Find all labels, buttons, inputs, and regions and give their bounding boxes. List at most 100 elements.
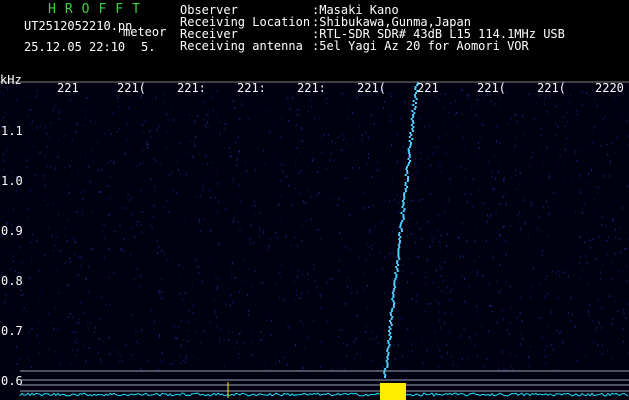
noise-speck: [140, 95, 142, 98]
meteor-trace-segment: [407, 148, 410, 150]
noise-speck: [44, 126, 46, 129]
noise-speck: [85, 360, 87, 363]
noise-speck: [602, 264, 603, 267]
noise-speck: [67, 184, 69, 187]
noise-speck: [625, 247, 627, 250]
noise-speck: [176, 337, 178, 340]
noise-speck: [169, 362, 171, 365]
noise-speck: [356, 353, 358, 355]
noise-speck: [397, 282, 399, 285]
noise-speck: [184, 292, 186, 294]
noise-speck: [82, 260, 84, 263]
noise-speck: [549, 96, 551, 99]
noise-speck: [439, 349, 441, 352]
noise-speck: [547, 354, 549, 357]
noise-speck: [295, 294, 297, 297]
noise-speck: [5, 294, 7, 297]
noise-speck: [80, 302, 82, 305]
noise-speck: [475, 113, 476, 116]
noise-speck: [438, 365, 439, 368]
meteor-trace-segment: [408, 152, 411, 154]
noise-speck: [65, 226, 67, 229]
noise-speck: [297, 275, 299, 278]
noise-speck: [27, 217, 28, 220]
noise-speck: [478, 189, 480, 192]
noise-speck: [307, 290, 308, 293]
noise-speck: [290, 244, 292, 247]
x-tick-label: 221(: [357, 81, 386, 95]
noise-speck: [47, 204, 49, 207]
noise-speck: [602, 215, 603, 218]
noise-speck: [192, 311, 194, 314]
noise-speck: [20, 289, 22, 292]
noise-speck: [12, 255, 14, 258]
meteor-trace-segment: [386, 366, 389, 368]
noise-speck: [286, 175, 287, 178]
noise-speck: [225, 303, 227, 305]
noise-speck: [338, 198, 340, 201]
noise-speck: [432, 240, 434, 243]
noise-speck: [459, 255, 461, 258]
noise-speck: [121, 359, 123, 362]
noise-speck: [259, 229, 261, 232]
noise-speck: [245, 160, 247, 163]
noise-speck: [197, 265, 199, 268]
noise-speck: [402, 355, 403, 358]
noise-speck: [342, 329, 344, 332]
noise-speck: [559, 155, 561, 158]
noise-speck: [430, 164, 432, 167]
meteor-trace-segment: [392, 300, 395, 302]
noise-speck: [88, 265, 89, 268]
meteor-trace-segment: [392, 290, 395, 292]
noise-speck: [498, 202, 500, 205]
noise-speck: [597, 320, 599, 323]
meteor-trace-segment: [398, 238, 401, 240]
noise-speck: [519, 333, 521, 336]
noise-speck: [372, 205, 374, 207]
noise-speck: [125, 207, 127, 210]
noise-speck: [82, 210, 83, 213]
noise-speck: [279, 359, 280, 362]
noise-speck: [565, 124, 567, 127]
noise-speck: [179, 355, 181, 358]
noise-speck: [77, 170, 79, 173]
noise-speck: [605, 225, 607, 228]
noise-speck: [314, 117, 316, 120]
noise-speck: [247, 118, 249, 121]
noise-speck: [113, 160, 115, 163]
noise-speck: [319, 116, 321, 119]
noise-speck: [623, 312, 625, 315]
noise-speck: [295, 124, 297, 126]
noise-speck: [31, 257, 33, 260]
noise-speck: [549, 176, 551, 179]
noise-speck: [22, 308, 24, 311]
noise-speck: [479, 255, 481, 258]
noise-speck: [408, 258, 410, 260]
noise-speck: [402, 263, 404, 266]
noise-speck: [530, 296, 531, 299]
noise-speck: [437, 145, 439, 148]
noise-speck: [233, 100, 235, 103]
noise-speck: [595, 257, 597, 260]
noise-speck: [332, 277, 333, 280]
noise-speck: [392, 251, 394, 254]
noise-speck: [205, 175, 207, 178]
meteor-trace-segment: [393, 302, 396, 304]
noise-speck: [72, 331, 74, 334]
meteor-trace-segment: [403, 192, 406, 194]
noise-speck: [131, 196, 133, 199]
noise-speck: [320, 340, 322, 343]
noise-speck: [218, 242, 220, 245]
noise-speck: [593, 341, 595, 344]
noise-speck: [580, 191, 582, 194]
noise-speck: [24, 307, 25, 310]
noise-speck: [259, 212, 260, 214]
noise-speck: [54, 104, 56, 106]
noise-speck: [265, 319, 267, 321]
noise-speck: [372, 359, 374, 362]
noise-speck: [123, 250, 124, 253]
noise-speck: [301, 140, 303, 143]
noise-speck: [559, 274, 561, 277]
noise-speck: [333, 159, 335, 162]
noise-speck: [509, 321, 511, 324]
